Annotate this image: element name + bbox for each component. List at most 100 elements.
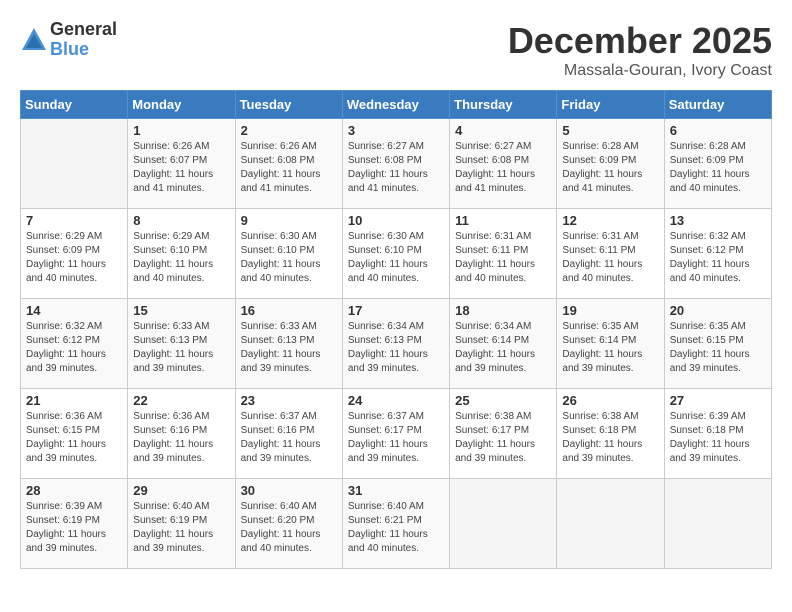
- calendar-cell: 1Sunrise: 6:26 AM Sunset: 6:07 PM Daylig…: [128, 119, 235, 209]
- day-info: Sunrise: 6:30 AM Sunset: 6:10 PM Dayligh…: [241, 230, 337, 286]
- day-info: Sunrise: 6:40 AM Sunset: 6:21 PM Dayligh…: [348, 500, 444, 556]
- calendar-cell: 15Sunrise: 6:33 AM Sunset: 6:13 PM Dayli…: [128, 299, 235, 389]
- title-area: December 2025 Massala-Gouran, Ivory Coas…: [508, 20, 772, 80]
- calendar-cell: [664, 479, 771, 569]
- day-info: Sunrise: 6:30 AM Sunset: 6:10 PM Dayligh…: [348, 230, 444, 286]
- day-info: Sunrise: 6:34 AM Sunset: 6:13 PM Dayligh…: [348, 320, 444, 376]
- weekday-header-cell: Wednesday: [342, 91, 449, 119]
- calendar-cell: 11 Sunrise: 6:31 AM Sunset: 6:11 PM Dayli…: [450, 209, 557, 299]
- day-number: 12: [562, 213, 658, 228]
- day-info: Sunrise: 6:34 AM Sunset: 6:14 PM Dayligh…: [455, 320, 551, 376]
- logo-icon: [20, 26, 48, 54]
- calendar-cell: 10Sunrise: 6:30 AM Sunset: 6:10 PM Dayli…: [342, 209, 449, 299]
- logo-text: General Blue: [50, 20, 117, 60]
- calendar-cell: 23 Sunrise: 6:37 AM Sunset: 6:16 PM Dayli…: [235, 389, 342, 479]
- calendar-cell: 2 Sunrise: 6:26 AM Sunset: 6:08 PM Daylig…: [235, 119, 342, 209]
- calendar-cell: 21Sunrise: 6:36 AM Sunset: 6:15 PM Dayli…: [21, 389, 128, 479]
- calendar-cell: 14 Sunrise: 6:32 AM Sunset: 6:12 PM Dayli…: [21, 299, 128, 389]
- day-info: Sunrise: 6:26 AM Sunset: 6:08 PM Dayligh…: [241, 140, 337, 196]
- calendar-cell: 24Sunrise: 6:37 AM Sunset: 6:17 PM Dayli…: [342, 389, 449, 479]
- day-number: 18: [455, 303, 551, 318]
- calendar-cell: 3 Sunrise: 6:27 AM Sunset: 6:08 PM Daylig…: [342, 119, 449, 209]
- day-number: 14: [26, 303, 122, 318]
- day-info: Sunrise: 6:39 AM Sunset: 6:18 PM Dayligh…: [670, 410, 766, 466]
- day-number: 31: [348, 483, 444, 498]
- weekday-header-cell: Sunday: [21, 91, 128, 119]
- day-number: 5: [562, 123, 658, 138]
- calendar-cell: 4 Sunrise: 6:27 AM Sunset: 6:08 PM Daylig…: [450, 119, 557, 209]
- calendar-cell: 22Sunrise: 6:36 AM Sunset: 6:16 PM Dayli…: [128, 389, 235, 479]
- day-number: 4: [455, 123, 551, 138]
- calendar-cell: 12Sunrise: 6:31 AM Sunset: 6:11 PM Dayli…: [557, 209, 664, 299]
- weekday-header-cell: Monday: [128, 91, 235, 119]
- day-info: Sunrise: 6:29 AM Sunset: 6:10 PM Dayligh…: [133, 230, 229, 286]
- day-number: 13: [670, 213, 766, 228]
- calendar-body: 1Sunrise: 6:26 AM Sunset: 6:07 PM Daylig…: [21, 119, 772, 569]
- calendar-cell: 7 Sunrise: 6:29 AM Sunset: 6:09 PM Daylig…: [21, 209, 128, 299]
- day-number: 6: [670, 123, 766, 138]
- calendar-cell: 9Sunrise: 6:30 AM Sunset: 6:10 PM Daylig…: [235, 209, 342, 299]
- day-number: 29: [133, 483, 229, 498]
- day-number: 25: [455, 393, 551, 408]
- calendar-cell: 8 Sunrise: 6:29 AM Sunset: 6:10 PM Daylig…: [128, 209, 235, 299]
- calendar-cell: 20 Sunrise: 6:35 AM Sunset: 6:15 PM Dayli…: [664, 299, 771, 389]
- day-info: Sunrise: 6:28 AM Sunset: 6:09 PM Dayligh…: [670, 140, 766, 196]
- weekday-header-cell: Saturday: [664, 91, 771, 119]
- day-number: 11: [455, 213, 551, 228]
- logo-blue: Blue: [50, 40, 117, 60]
- calendar-week-row: 14 Sunrise: 6:32 AM Sunset: 6:12 PM Dayli…: [21, 299, 772, 389]
- day-info: Sunrise: 6:35 AM Sunset: 6:14 PM Dayligh…: [562, 320, 658, 376]
- calendar-cell: [450, 479, 557, 569]
- day-info: Sunrise: 6:36 AM Sunset: 6:16 PM Dayligh…: [133, 410, 229, 466]
- calendar-cell: 16 Sunrise: 6:33 AM Sunset: 6:13 PM Dayli…: [235, 299, 342, 389]
- day-number: 30: [241, 483, 337, 498]
- day-number: 8: [133, 213, 229, 228]
- calendar-cell: [21, 119, 128, 209]
- day-info: Sunrise: 6:37 AM Sunset: 6:16 PM Dayligh…: [241, 410, 337, 466]
- day-info: Sunrise: 6:38 AM Sunset: 6:18 PM Dayligh…: [562, 410, 658, 466]
- calendar-cell: 18 Sunrise: 6:34 AM Sunset: 6:14 PM Dayli…: [450, 299, 557, 389]
- day-info: Sunrise: 6:32 AM Sunset: 6:12 PM Dayligh…: [26, 320, 122, 376]
- day-number: 3: [348, 123, 444, 138]
- calendar-table: SundayMondayTuesdayWednesdayThursdayFrid…: [20, 90, 772, 569]
- calendar-cell: 5Sunrise: 6:28 AM Sunset: 6:09 PM Daylig…: [557, 119, 664, 209]
- calendar-cell: 30 Sunrise: 6:40 AM Sunset: 6:20 PM Dayli…: [235, 479, 342, 569]
- calendar-cell: 26Sunrise: 6:38 AM Sunset: 6:18 PM Dayli…: [557, 389, 664, 479]
- calendar-cell: 25 Sunrise: 6:38 AM Sunset: 6:17 PM Dayli…: [450, 389, 557, 479]
- day-info: Sunrise: 6:40 AM Sunset: 6:20 PM Dayligh…: [241, 500, 337, 556]
- day-number: 28: [26, 483, 122, 498]
- calendar-week-row: 7 Sunrise: 6:29 AM Sunset: 6:09 PM Daylig…: [21, 209, 772, 299]
- day-number: 7: [26, 213, 122, 228]
- calendar-cell: 27 Sunrise: 6:39 AM Sunset: 6:18 PM Dayli…: [664, 389, 771, 479]
- day-info: Sunrise: 6:27 AM Sunset: 6:08 PM Dayligh…: [348, 140, 444, 196]
- calendar-cell: 31 Sunrise: 6:40 AM Sunset: 6:21 PM Dayli…: [342, 479, 449, 569]
- day-info: Sunrise: 6:40 AM Sunset: 6:19 PM Dayligh…: [133, 500, 229, 556]
- day-number: 20: [670, 303, 766, 318]
- day-number: 21: [26, 393, 122, 408]
- day-info: Sunrise: 6:35 AM Sunset: 6:15 PM Dayligh…: [670, 320, 766, 376]
- calendar-week-row: 1Sunrise: 6:26 AM Sunset: 6:07 PM Daylig…: [21, 119, 772, 209]
- location-title: Massala-Gouran, Ivory Coast: [508, 62, 772, 80]
- logo: General Blue: [20, 20, 117, 60]
- day-info: Sunrise: 6:38 AM Sunset: 6:17 PM Dayligh…: [455, 410, 551, 466]
- day-info: Sunrise: 6:27 AM Sunset: 6:08 PM Dayligh…: [455, 140, 551, 196]
- calendar-cell: 19 Sunrise: 6:35 AM Sunset: 6:14 PM Dayli…: [557, 299, 664, 389]
- day-info: Sunrise: 6:29 AM Sunset: 6:09 PM Dayligh…: [26, 230, 122, 286]
- day-number: 27: [670, 393, 766, 408]
- day-info: Sunrise: 6:31 AM Sunset: 6:11 PM Dayligh…: [455, 230, 551, 286]
- day-info: Sunrise: 6:39 AM Sunset: 6:19 PM Dayligh…: [26, 500, 122, 556]
- day-info: Sunrise: 6:32 AM Sunset: 6:12 PM Dayligh…: [670, 230, 766, 286]
- day-number: 19: [562, 303, 658, 318]
- weekday-header-cell: Tuesday: [235, 91, 342, 119]
- day-number: 2: [241, 123, 337, 138]
- day-info: Sunrise: 6:33 AM Sunset: 6:13 PM Dayligh…: [133, 320, 229, 376]
- day-number: 1: [133, 123, 229, 138]
- weekday-header-row: SundayMondayTuesdayWednesdayThursdayFrid…: [21, 91, 772, 119]
- day-info: Sunrise: 6:37 AM Sunset: 6:17 PM Dayligh…: [348, 410, 444, 466]
- day-info: Sunrise: 6:33 AM Sunset: 6:13 PM Dayligh…: [241, 320, 337, 376]
- logo-general: General: [50, 20, 117, 40]
- calendar-week-row: 28 Sunrise: 6:39 AM Sunset: 6:19 PM Dayli…: [21, 479, 772, 569]
- day-number: 16: [241, 303, 337, 318]
- day-number: 23: [241, 393, 337, 408]
- calendar-cell: 29 Sunrise: 6:40 AM Sunset: 6:19 PM Dayli…: [128, 479, 235, 569]
